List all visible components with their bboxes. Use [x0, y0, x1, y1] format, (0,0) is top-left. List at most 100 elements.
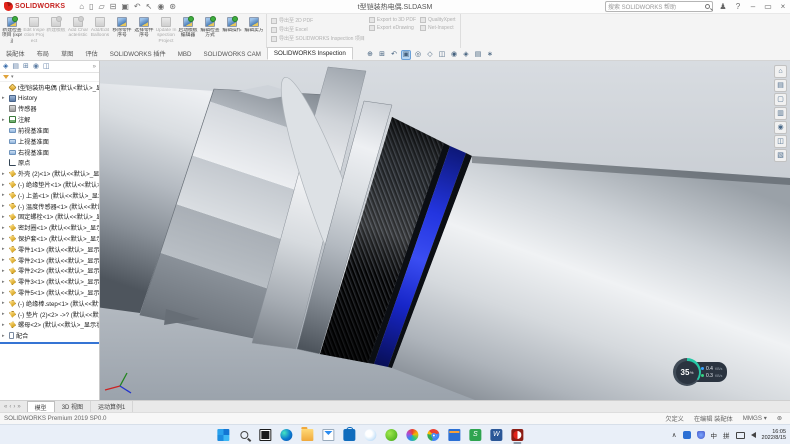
export-menu-item[interactable]: Net-Inspect — [420, 25, 456, 31]
headsup-icon[interactable]: ◇ — [425, 50, 435, 60]
headsup-icon[interactable]: ⊕ — [365, 50, 375, 60]
tree-item[interactable]: 原点 — [0, 158, 99, 169]
taskbar-app-button[interactable] — [300, 427, 314, 443]
document-tab[interactable]: 运动算例1 — [91, 401, 133, 413]
commandmanager-tab[interactable]: SOLIDWORKS CAM — [197, 49, 266, 60]
tree-item[interactable]: ▸ 密封圈<1> (默认<<默认>_显示状 — [0, 222, 99, 233]
headsup-icon[interactable]: ↶ — [389, 50, 399, 60]
commandmanager-tab[interactable]: 评估 — [79, 47, 103, 60]
taskbar-app-button[interactable] — [426, 427, 440, 443]
tray-chevron-icon[interactable]: ∧ — [672, 431, 677, 439]
taskbar-app-button[interactable] — [384, 427, 398, 443]
taskbar-app-button[interactable] — [216, 427, 230, 443]
panel-tab-icon[interactable]: ◉ — [33, 62, 39, 72]
ribbon-button[interactable]: 编辑操作 — [221, 15, 243, 47]
headsup-icon[interactable]: ▤ — [473, 50, 483, 60]
tree-item[interactable]: ▸ 零件3<1> (默认<<默认>_显示状态 — [0, 276, 99, 287]
tree-item[interactable]: ▸ 保护套<1> (默认<<默认>_显示状 — [0, 233, 99, 244]
tree-item[interactable]: 上视基准面 — [0, 136, 99, 147]
quick-access-icon[interactable]: ↖ — [146, 2, 153, 12]
quick-access-icon[interactable]: ⌂ — [79, 2, 84, 12]
export-menu-item[interactable]: 导出至 Excel — [271, 26, 365, 33]
ribbon-button[interactable]: 编辑卖方 — [243, 15, 265, 47]
tree-item[interactable]: ▸ (-) 绝缘垫片<1> (默认<<默认>_显 — [0, 179, 99, 190]
headsup-icon[interactable]: ∗ — [485, 50, 495, 60]
tree-item[interactable]: ▸ (-) 上盖<1> (默认<<默认>_显示状 — [0, 190, 99, 201]
task-pane-tab[interactable]: ⌂ — [774, 65, 787, 78]
panel-tab-icon[interactable]: ◈ — [3, 62, 8, 72]
ribbon-button[interactable]: 新建检查项目 (ixprj) — [1, 15, 23, 47]
ribbon-button[interactable]: 选择零件序号 — [133, 15, 155, 47]
taskbar-app-button[interactable] — [258, 427, 272, 443]
expander-icon[interactable]: ▸ — [2, 236, 7, 242]
tree-item[interactable]: ▸ History — [0, 93, 99, 104]
search-input[interactable]: 搜索 SOLIDWORKS 帮助 — [605, 1, 713, 12]
panel-tab-overflow[interactable]: » — [93, 64, 96, 70]
ribbon-button[interactable]: Update Inspection Project — [155, 15, 177, 47]
task-pane-tab[interactable]: ▤ — [774, 79, 787, 92]
tree-item[interactable]: ▸ (-) 绝缘棒.step<1> (默认<<默认> — [0, 298, 99, 309]
expander-icon[interactable]: ▸ — [2, 268, 7, 274]
net-speed-widget[interactable]: 0.4 KB/s 0.3 KB/s 35 % — [697, 362, 727, 382]
taskbar-app-button[interactable] — [363, 427, 377, 443]
tree-item[interactable]: ▸ 固定螺栓<1> (默认<<默认>_显示 — [0, 212, 99, 223]
taskbar-app-button[interactable]: W — [489, 427, 503, 443]
export-menu-item[interactable]: 导出至 SOLIDWORKS Inspection 项目 — [271, 35, 365, 42]
tree-item[interactable]: ▸ 零件2<1> (默认<<默认>_显示状态 — [0, 255, 99, 266]
export-menu-item[interactable]: 导出至 2D PDF — [271, 17, 365, 24]
commandmanager-tab[interactable]: SOLIDWORKS 插件 — [104, 47, 172, 60]
close-button[interactable]: × — [778, 2, 788, 11]
help-button[interactable]: ? — [733, 2, 743, 11]
tab-scroll-arrows[interactable]: «‹›» — [0, 404, 27, 410]
ime-language[interactable]: 中 — [711, 430, 718, 440]
taskbar-app-button[interactable] — [405, 427, 419, 443]
ime-mode[interactable]: 拼 — [723, 430, 730, 440]
tree-item[interactable]: ▸ 零件5<1> (默认<<默认>_显示状态 — [0, 287, 99, 298]
commandmanager-tab[interactable]: MBD — [172, 49, 198, 60]
expander-icon[interactable]: ▸ — [2, 95, 7, 101]
expander-icon[interactable]: ▸ — [2, 246, 7, 252]
unit-system[interactable]: MMGS ▾ — [743, 415, 767, 422]
commandmanager-tab[interactable]: SOLIDWORKS Inspection — [267, 47, 353, 60]
tree-item[interactable]: ▸ 配合 — [0, 330, 99, 341]
ribbon-button[interactable]: 编辑检查方式 — [199, 15, 221, 47]
display-tray-icon[interactable] — [736, 432, 745, 439]
headsup-icon[interactable]: ◉ — [449, 50, 459, 60]
tree-item[interactable]: ▸ 注解 — [0, 114, 99, 125]
volume-icon[interactable] — [751, 432, 756, 438]
ribbon-button[interactable]: Edit Inspection Project — [23, 15, 45, 47]
expander-icon[interactable]: ▸ — [2, 182, 7, 188]
expander-icon[interactable]: ▸ — [2, 290, 7, 296]
tree-item[interactable]: 前视基准面 — [0, 125, 99, 136]
panel-tab-icon[interactable]: ▤ — [12, 62, 19, 72]
expander-icon[interactable]: ▸ — [2, 117, 7, 123]
tree-item[interactable]: 右视基准面 — [0, 147, 99, 158]
task-pane-tab[interactable]: ▥ — [774, 107, 787, 120]
tray-app-icon[interactable] — [683, 431, 691, 439]
tree-item[interactable]: ▸ 外壳 (2)<1> (默认<<默认>_显示状 — [0, 168, 99, 179]
tree-filter[interactable]: ▾ — [0, 73, 99, 82]
task-pane-tab[interactable]: ◫ — [774, 135, 787, 148]
commandmanager-tab[interactable]: 草图 — [55, 47, 79, 60]
quick-access-icon[interactable]: ▱ — [98, 2, 104, 12]
task-pane-tab[interactable]: ▢ — [774, 93, 787, 106]
expander-icon[interactable]: ▸ — [2, 279, 7, 285]
login-button[interactable]: ♟ — [718, 2, 728, 11]
search-icon[interactable] — [705, 4, 710, 9]
ribbon-button[interactable]: Add/Edit Balloons — [89, 15, 111, 47]
quick-access-icon[interactable]: ▯ — [89, 2, 93, 12]
expander-icon[interactable]: ▸ — [2, 311, 7, 317]
document-tab[interactable]: 模型 — [27, 401, 55, 413]
panel-tab-icon[interactable]: ◫ — [43, 62, 50, 72]
panel-tab-icon[interactable]: ⊞ — [23, 62, 29, 72]
tree-item[interactable]: ▸ (-) 垫片 (2)<2> ->? (默认<<默认> — [0, 309, 99, 320]
taskbar-clock[interactable]: 16:05 2022/8/15 — [762, 429, 786, 442]
tree-item[interactable]: ▸ 螺母<2> (默认<<默认>_显示状态 — [0, 320, 99, 331]
tree-item[interactable]: ▸ 零件2<2> (默认<<默认>_显示状态 — [0, 266, 99, 277]
tree-item[interactable]: 传感器 — [0, 104, 99, 115]
headsup-icon[interactable]: ⊞ — [377, 50, 387, 60]
ribbon-button[interactable]: 新建模板 — [45, 15, 67, 47]
headsup-icon[interactable]: ◎ — [413, 50, 423, 60]
ribbon-button[interactable]: 启动模板编辑器 — [177, 15, 199, 47]
expander-icon[interactable]: ▸ — [2, 203, 7, 209]
